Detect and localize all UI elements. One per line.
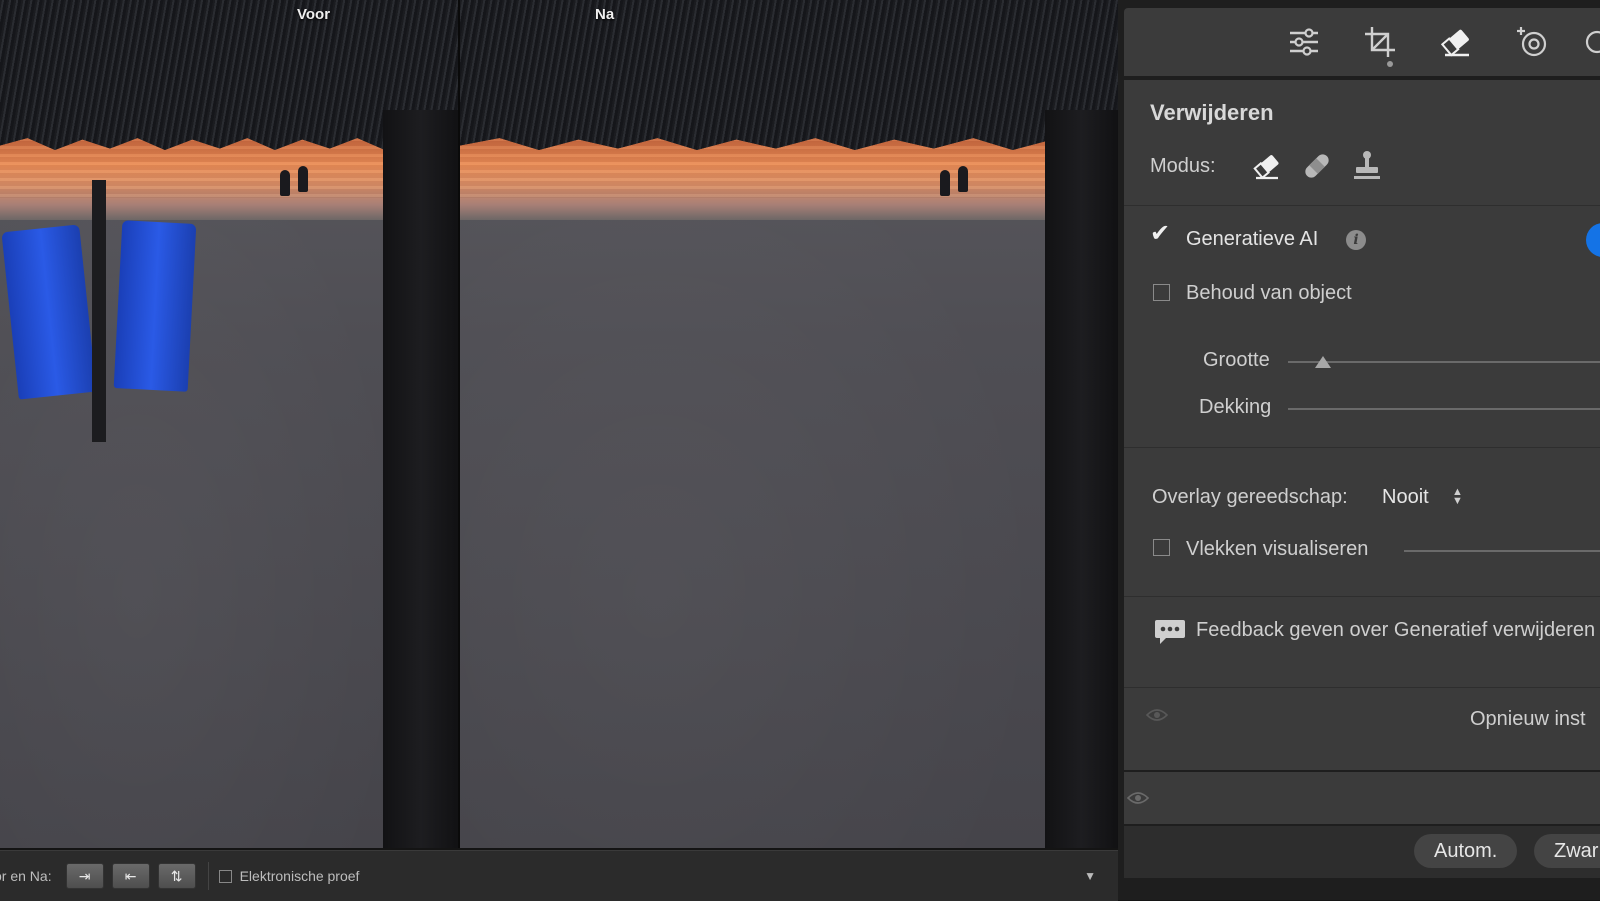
distant-person bbox=[280, 170, 290, 196]
section-divider bbox=[1124, 205, 1600, 206]
auto-button[interactable]: Autom. bbox=[1414, 834, 1518, 868]
generative-ai-label: Generatieve AI bbox=[1186, 228, 1319, 250]
overlay-tool-label: Overlay gereedschap: bbox=[1152, 486, 1348, 508]
chevron-updown-icon[interactable]: ▲ ▼ bbox=[1452, 487, 1463, 507]
heal-mode-button[interactable] bbox=[1300, 149, 1334, 183]
mode-label: Modus: bbox=[1150, 155, 1216, 177]
copy-after-to-before-icon: ⇤ bbox=[124, 867, 137, 884]
panel-visibility-strip bbox=[1124, 772, 1600, 824]
eraser-icon[interactable] bbox=[1436, 22, 1476, 62]
distant-person bbox=[940, 170, 950, 196]
toolbar-menu-chevron-icon[interactable]: ▼ bbox=[1084, 869, 1096, 883]
before-label: Voor bbox=[297, 6, 331, 23]
opacity-label: Dekking bbox=[1199, 396, 1272, 418]
copy-before-to-after-button[interactable]: ⇥ bbox=[65, 863, 104, 889]
distant-person bbox=[298, 166, 308, 192]
toolbar-divider bbox=[207, 862, 209, 890]
after-image[interactable]: Na bbox=[460, 0, 1118, 848]
remove-panel: Verwijderen Modus: ✔ Generatieve AI i Be… bbox=[1124, 80, 1600, 770]
clone-mode-button[interactable] bbox=[1350, 149, 1384, 183]
generative-ai-toggle[interactable] bbox=[1586, 223, 1600, 257]
edit-sliders-icon[interactable] bbox=[1284, 22, 1324, 62]
size-slider-thumb[interactable] bbox=[1315, 356, 1331, 368]
distant-person bbox=[958, 166, 968, 192]
swap-icon: ⇅ bbox=[170, 867, 183, 884]
before-after-label: or en Na: bbox=[0, 868, 52, 884]
generative-ai-checkbox[interactable]: ✔ bbox=[1150, 222, 1170, 246]
bandage-icon bbox=[1305, 154, 1329, 178]
stamp-icon bbox=[1354, 151, 1380, 179]
soft-proof-checkbox[interactable] bbox=[218, 869, 232, 883]
info-icon[interactable]: i bbox=[1346, 230, 1366, 250]
visualize-spots-slider[interactable] bbox=[1404, 550, 1600, 552]
wooden-post bbox=[1045, 110, 1118, 848]
active-tool-indicator bbox=[1387, 61, 1393, 67]
panel-title: Verwijderen bbox=[1150, 100, 1274, 125]
black-white-button[interactable]: Zwar bbox=[1534, 834, 1600, 868]
thatched-roof bbox=[460, 0, 1118, 150]
remove-mode-button[interactable] bbox=[1250, 149, 1284, 183]
section-divider bbox=[1124, 447, 1600, 448]
section-divider bbox=[1124, 596, 1600, 597]
keep-object-checkbox[interactable] bbox=[1153, 284, 1170, 301]
tool-strip bbox=[1124, 8, 1600, 76]
visualize-spots-checkbox[interactable] bbox=[1153, 539, 1170, 556]
section-divider bbox=[1124, 687, 1600, 688]
eye-icon[interactable] bbox=[1145, 708, 1169, 727]
feedback-link[interactable]: Feedback geven over Generatief verwijder… bbox=[1196, 619, 1595, 642]
crop-icon[interactable] bbox=[1360, 22, 1400, 62]
soft-proof-label: Elektronische proef bbox=[239, 868, 360, 884]
size-label: Grootte bbox=[1203, 349, 1270, 371]
copy-before-to-after-icon: ⇥ bbox=[78, 867, 91, 884]
keep-object-label: Behoud van object bbox=[1186, 282, 1352, 304]
overlay-select[interactable]: Nooit bbox=[1382, 486, 1429, 509]
eraser-icon bbox=[1253, 155, 1279, 180]
basic-panel-header: Autom. Zwar bbox=[1124, 826, 1600, 878]
feedback-icon[interactable] bbox=[1154, 618, 1186, 651]
swap-button[interactable]: ⇅ bbox=[157, 863, 196, 889]
after-label: Na bbox=[595, 6, 615, 23]
more-tools-icon[interactable] bbox=[1576, 22, 1600, 62]
reset-button[interactable]: Opnieuw inst bbox=[1470, 708, 1586, 731]
copy-after-to-before-button[interactable]: ⇤ bbox=[111, 863, 150, 889]
visualize-spots-label: Vlekken visualiseren bbox=[1186, 538, 1369, 560]
wooden-post bbox=[383, 110, 458, 848]
size-slider[interactable] bbox=[1288, 361, 1600, 363]
before-after-toolbar: or en Na: ⇥ ⇤ ⇅ Elektronische proef ▼ bbox=[0, 850, 1118, 901]
opacity-slider[interactable] bbox=[1288, 408, 1600, 410]
eye-icon[interactable] bbox=[1126, 791, 1150, 810]
masking-icon[interactable] bbox=[1512, 22, 1552, 62]
before-image[interactable]: Voor bbox=[0, 0, 458, 848]
